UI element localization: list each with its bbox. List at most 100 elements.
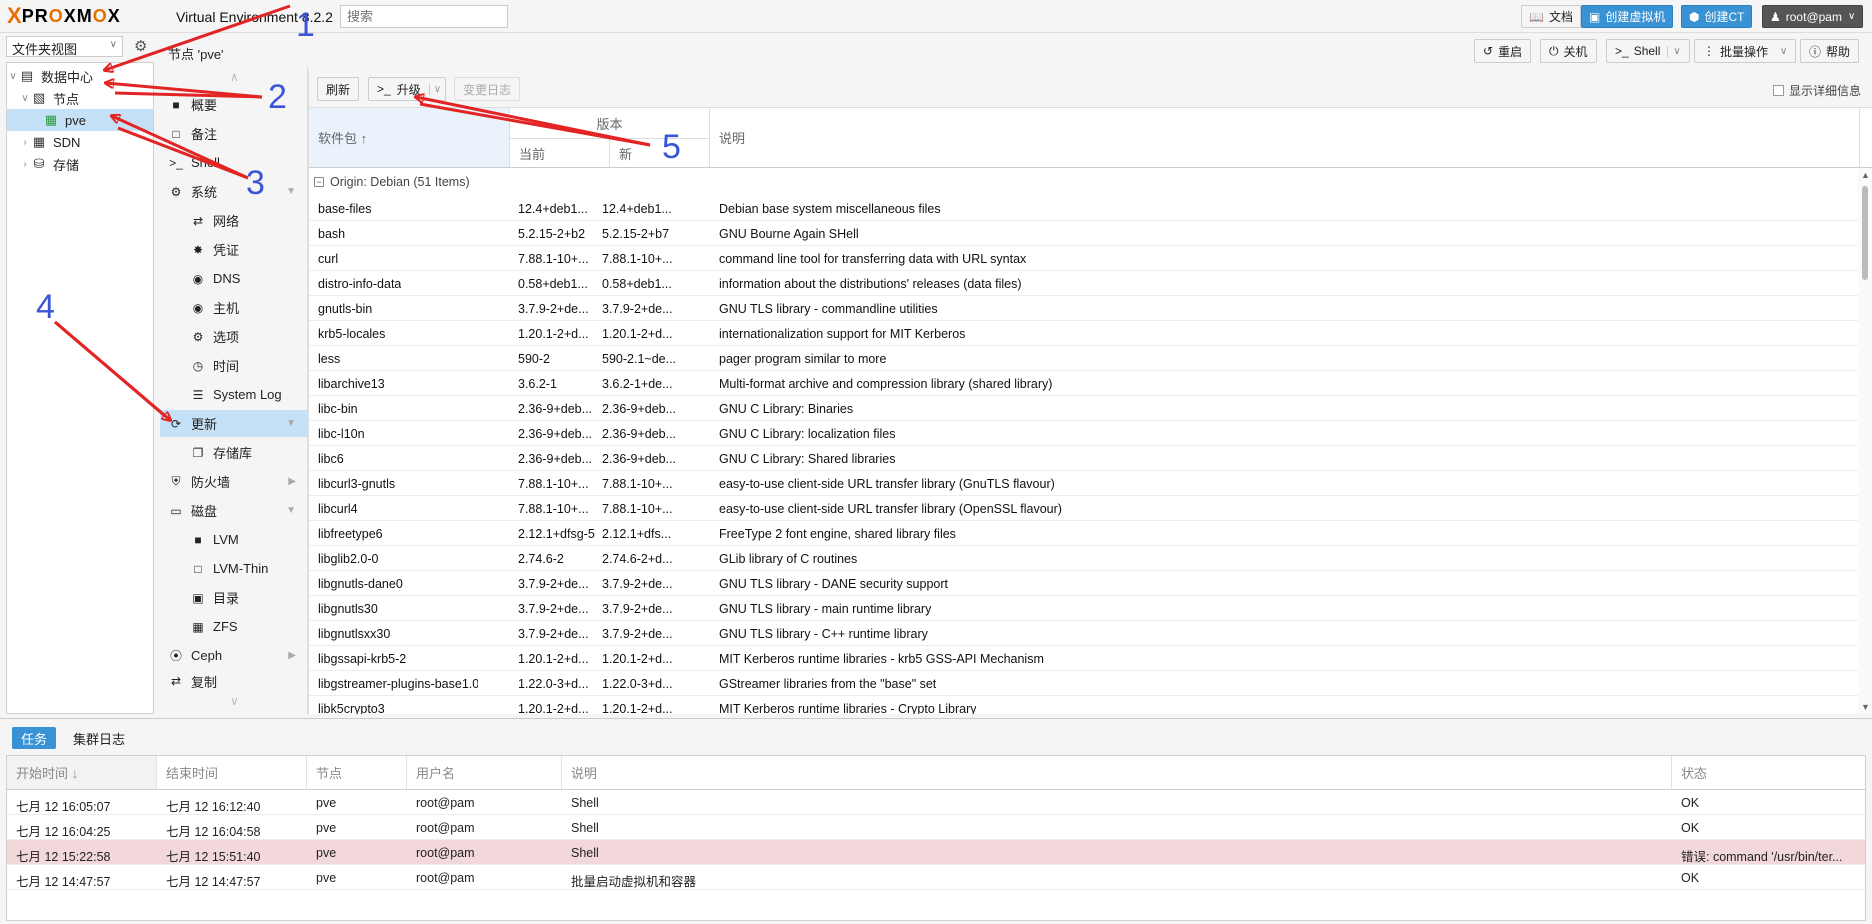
grid-scrollbar[interactable]: ▲ ▼: [1858, 168, 1872, 714]
menu-item-system[interactable]: ⚙ 系统 ▼: [160, 178, 307, 205]
table-row[interactable]: bash 5.2.15-2+b2 5.2.15-2+b7 GNU Bourne Aga…: [309, 221, 1859, 246]
scroll-up-icon[interactable]: ∧: [230, 70, 239, 84]
menu-item-notes[interactable]: □ 备注: [160, 120, 307, 147]
table-row[interactable]: gnutls-bin 3.7.9-2+de... 3.7.9-2+de... GNU …: [309, 296, 1859, 321]
menu-item-lvm-thin[interactable]: □ LVM-Thin: [160, 555, 307, 582]
menu-item-replication[interactable]: ⇄ 复制: [160, 671, 307, 691]
expand-icon[interactable]: ›: [19, 137, 31, 148]
expand-icon[interactable]: ›: [19, 159, 31, 170]
upgrade-button[interactable]: >_ 升级 ∨: [368, 77, 447, 101]
scroll-down-icon[interactable]: ∨: [230, 694, 239, 708]
tree-item-nodes[interactable]: ∨ ▧ 节点: [7, 87, 153, 109]
col-status[interactable]: 状态: [1672, 756, 1865, 790]
menu-item-lvm[interactable]: ■ LVM: [160, 526, 307, 553]
gear-icon[interactable]: ⚙: [134, 37, 147, 55]
clock-icon: ◷: [192, 358, 204, 373]
table-row[interactable]: distro-info-data 0.58+deb1... 0.58+deb1...…: [309, 271, 1859, 296]
table-row[interactable]: libfreetype6 2.12.1+dfsg-5 2.12.1+dfs... Fr…: [309, 521, 1859, 546]
table-row[interactable]: libc6 2.36-9+deb... 2.36-9+deb... GNU C Lib…: [309, 446, 1859, 471]
menu-item-network[interactable]: ⇄ 网络: [160, 207, 307, 234]
menu-item-updates[interactable]: ⟳ 更新 ▼: [160, 410, 307, 437]
table-row[interactable]: libgnutlsxx30 3.7.9-2+de... 3.7.9-2+de... G…: [309, 621, 1859, 646]
task-row[interactable]: 七月 12 16:05:07 七月 12 16:12:40 pve root@pam S…: [7, 790, 1865, 815]
table-row[interactable]: base-files 12.4+deb1... 12.4+deb1... Debian…: [309, 196, 1859, 221]
col-end-time[interactable]: 结束时间: [157, 756, 307, 790]
scroll-down-icon[interactable]: ▼: [1861, 702, 1870, 712]
cell-cur: 3.6.2-1: [518, 377, 557, 391]
table-row[interactable]: libgstreamer-plugins-base1.0-0 1.22.0-3+d…: [309, 671, 1859, 696]
table-row[interactable]: krb5-locales 1.20.1-2+d... 1.20.1-2+d... in…: [309, 321, 1859, 346]
menu-item-dns[interactable]: ◉ DNS: [160, 265, 307, 292]
docs-button[interactable]: 📖 文档: [1521, 5, 1581, 28]
tree-item-sdn[interactable]: › ▦ SDN: [7, 131, 153, 153]
user-menu-button[interactable]: ♟ root@pam ∨: [1762, 5, 1864, 28]
chevron-down-icon[interactable]: ∨: [428, 83, 441, 95]
col-start-time[interactable]: 开始时间 ↓: [7, 756, 157, 790]
menu-item-shell[interactable]: >_ Shell: [160, 149, 307, 176]
collapse-icon[interactable]: ∨: [7, 71, 19, 82]
tree-item-datacenter[interactable]: ∨ ▤ 数据中心: [7, 65, 153, 87]
menu-item-certificates[interactable]: ✸ 凭证: [160, 236, 307, 263]
col-description[interactable]: 说明: [710, 108, 1860, 167]
col-package[interactable]: 软件包 ↑: [309, 108, 510, 167]
show-details-checkbox[interactable]: 显示详细信息: [1772, 82, 1861, 99]
reboot-button[interactable]: ↺ 重启: [1474, 39, 1532, 63]
building-icon: ▧: [32, 90, 46, 105]
tree-item-pve[interactable]: ▦ pve: [7, 109, 153, 131]
col-current[interactable]: 当前: [510, 138, 610, 167]
scrollbar-thumb[interactable]: [1862, 186, 1868, 280]
task-row[interactable]: 七月 12 15:22:58 七月 12 15:51:40 pve root@pam S…: [7, 840, 1865, 865]
table-row[interactable]: libc-l10n 2.36-9+deb... 2.36-9+deb... GNU C…: [309, 421, 1859, 446]
cell-desc: internationalization support for MIT Ker…: [719, 327, 966, 341]
group-header[interactable]: − Origin: Debian (51 Items): [309, 168, 1859, 196]
col-user[interactable]: 用户名: [407, 756, 562, 790]
tab-cluster-log[interactable]: 集群日志: [64, 727, 134, 749]
table-row[interactable]: libgssapi-krb5-2 1.20.1-2+d... 1.20.1-2+d.…: [309, 646, 1859, 671]
menu-item-syslog[interactable]: ☰ System Log: [160, 381, 307, 408]
view-selector[interactable]: 文件夹视图 ∨: [6, 36, 123, 57]
menu-item-hosts[interactable]: ◉ 主机: [160, 294, 307, 321]
col-description[interactable]: 说明: [562, 756, 1672, 790]
menu-item-ceph[interactable]: ⦿ Ceph ▶: [160, 642, 307, 669]
menu-item-firewall[interactable]: ⛨ 防火墙 ▶: [160, 468, 307, 495]
create-ct-button[interactable]: ⬢ 创建CT: [1681, 5, 1753, 28]
menu-item-zfs[interactable]: ▦ ZFS: [160, 613, 307, 640]
table-row[interactable]: less 590-2 590-2.1~de... pager program simi…: [309, 346, 1859, 371]
table-row[interactable]: libcurl3-gnutls 7.88.1-10+... 7.88.1-10+..…: [309, 471, 1859, 496]
help-button[interactable]: ⓘ 帮助: [1800, 39, 1860, 63]
table-row[interactable]: libc-bin 2.36-9+deb... 2.36-9+deb... GNU C …: [309, 396, 1859, 421]
shutdown-button[interactable]: ⏻ 关机: [1540, 39, 1597, 63]
collapse-icon[interactable]: −: [314, 177, 324, 187]
create-vm-button[interactable]: ▣ 创建虚拟机: [1581, 5, 1674, 28]
col-new[interactable]: 新: [610, 138, 710, 167]
search-input[interactable]: [340, 5, 508, 28]
task-row[interactable]: 七月 12 14:47:57 七月 12 14:47:57 pve root@pam 批…: [7, 865, 1865, 890]
menu-item-time[interactable]: ◷ 时间: [160, 352, 307, 379]
table-row[interactable]: libarchive13 3.6.2-1 3.6.2-1+de... Multi-fo…: [309, 371, 1859, 396]
task-cell-node: pve: [316, 846, 337, 860]
scroll-up-icon[interactable]: ▲: [1861, 170, 1870, 180]
shell-button[interactable]: >_ Shell ∨: [1606, 39, 1690, 63]
tab-tasks[interactable]: 任务: [12, 727, 57, 749]
chevron-down-icon[interactable]: ∨: [1667, 45, 1681, 57]
collapse-icon[interactable]: ∨: [19, 93, 31, 104]
table-row[interactable]: libcurl4 7.88.1-10+... 7.88.1-10+... easy-t…: [309, 496, 1859, 521]
tree-item-storage[interactable]: › ⛁ 存储: [7, 153, 153, 175]
table-row[interactable]: libk5crypto3 1.20.1-2+d... 1.20.1-2+d... MI…: [309, 696, 1859, 714]
checkbox-box[interactable]: [1772, 85, 1784, 96]
bulk-actions-button[interactable]: ⋮ 批量操作 ∨: [1694, 39, 1797, 63]
col-node[interactable]: 节点: [307, 756, 407, 790]
table-row[interactable]: curl 7.88.1-10+... 7.88.1-10+... command li…: [309, 246, 1859, 271]
menu-item-directory[interactable]: ▣ 目录: [160, 584, 307, 611]
menu-item-disks[interactable]: ▭ 磁盘 ▼: [160, 497, 307, 524]
task-row[interactable]: 七月 12 16:04:25 七月 12 16:04:58 pve root@pam S…: [7, 815, 1865, 840]
menu-item-options[interactable]: ⚙ 选项: [160, 323, 307, 350]
cell-pkg: libgssapi-krb5-2: [318, 652, 407, 666]
refresh-button[interactable]: 刷新: [317, 77, 360, 101]
table-row[interactable]: libglib2.0-0 2.74.6-2 2.74.6-2+d... GLib li…: [309, 546, 1859, 571]
changelog-button[interactable]: 变更日志: [454, 77, 521, 101]
node-header: 节点 'pve' ↺ 重启 ⏻ 关机 >_ Shell ∨ ⋮ 批量操作 ∨ ⓘ 帮助: [160, 36, 1872, 66]
table-row[interactable]: libgnutls30 3.7.9-2+de... 3.7.9-2+de... GNU…: [309, 596, 1859, 621]
menu-item-repositories[interactable]: ❐ 存储库: [160, 439, 307, 466]
table-row[interactable]: libgnutls-dane0 3.7.9-2+de... 3.7.9-2+de..…: [309, 571, 1859, 596]
